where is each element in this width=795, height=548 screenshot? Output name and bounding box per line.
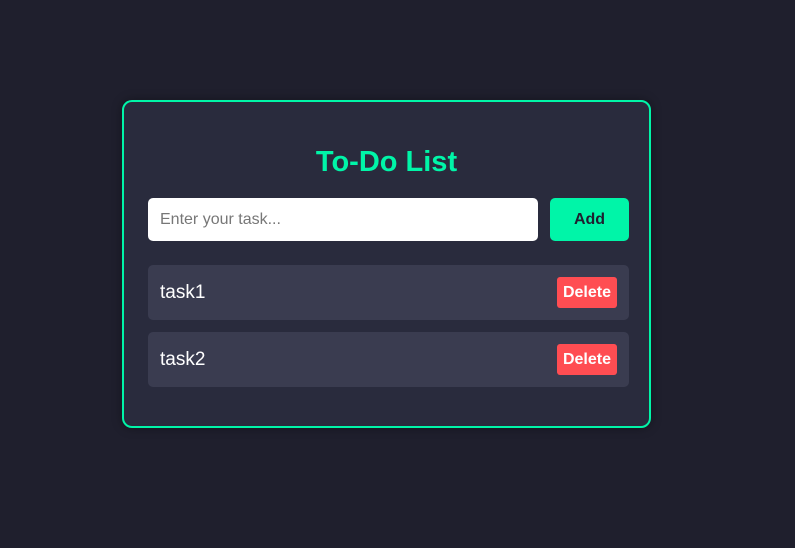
add-task-button[interactable]: Add	[550, 198, 629, 241]
delete-task-button[interactable]: Delete	[556, 277, 617, 308]
task-item: task1 Delete	[148, 265, 629, 320]
task-text: task2	[160, 349, 206, 370]
page-title: To-Do List	[315, 146, 458, 178]
todo-card: To-Do List Add task1 Delete task2 Delete	[122, 100, 651, 428]
task-input[interactable]	[148, 198, 538, 241]
delete-task-button[interactable]: Delete	[556, 344, 617, 375]
task-item: task2 Delete	[148, 332, 629, 387]
task-text: task1	[160, 282, 206, 303]
task-list: task1 Delete task2 Delete	[148, 265, 629, 399]
